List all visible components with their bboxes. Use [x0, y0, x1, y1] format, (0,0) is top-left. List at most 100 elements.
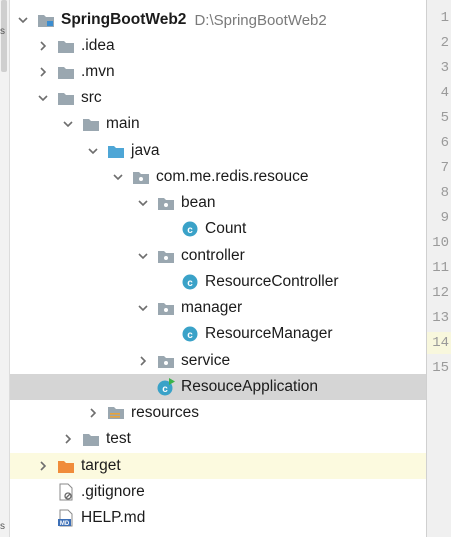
line-number: 12 — [432, 285, 449, 301]
tree-item-label: test — [106, 430, 131, 447]
tree-item-label: src — [81, 89, 102, 106]
package-icon — [156, 348, 176, 374]
folder-icon — [81, 111, 101, 137]
chevron-right-icon[interactable] — [36, 453, 50, 479]
tree-item-label: target — [81, 457, 121, 474]
tree-item-resources[interactable]: resources — [10, 400, 426, 426]
line-number: 4 — [440, 85, 449, 101]
tree-item-count[interactable]: c Count — [10, 216, 426, 242]
class-icon: c — [180, 216, 200, 242]
tree-item-gitignore[interactable]: .gitignore — [10, 479, 426, 505]
tree-item-label: HELP.md — [81, 509, 146, 526]
tree-item-label: Count — [205, 220, 247, 237]
line-number: 11 — [432, 260, 449, 276]
package-icon — [156, 243, 176, 269]
tree-item-mvn[interactable]: .mvn — [10, 59, 426, 85]
class-icon: c — [180, 269, 200, 295]
tree-item-label: .mvn — [81, 63, 115, 80]
class-icon: c — [180, 321, 200, 347]
folder-icon — [81, 426, 101, 452]
tree-item-label: main — [106, 115, 140, 132]
project-tree: SpringBootWeb2 D:\SpringBootWeb2 .idea .… — [10, 0, 426, 537]
svg-text:c: c — [187, 278, 193, 289]
tree-item-label: service — [181, 352, 231, 369]
line-number: 9 — [440, 210, 449, 226]
line-number: 7 — [440, 160, 449, 176]
left-tool-strip: s s — [0, 0, 10, 537]
chevron-right-icon[interactable] — [36, 33, 50, 59]
line-number: 15 — [432, 360, 449, 376]
chevron-down-icon[interactable] — [86, 138, 100, 164]
tree-item-resource-manager[interactable]: c ResourceManager — [10, 321, 426, 347]
tree-item-label: .gitignore — [81, 483, 145, 500]
tree-item-label: com.me.redis.resouce — [156, 168, 309, 185]
chevron-right-icon[interactable] — [61, 426, 75, 452]
tree-item-label: ResourceController — [205, 273, 339, 290]
line-number: 1 — [440, 10, 449, 26]
markdown-file-icon: MD — [56, 505, 76, 531]
chevron-down-icon[interactable] — [61, 111, 75, 137]
tree-item-label: ResourceManager — [205, 325, 333, 342]
line-number: 8 — [440, 185, 449, 201]
line-number: 13 — [432, 310, 449, 326]
chevron-down-icon[interactable] — [16, 7, 30, 33]
package-icon — [131, 164, 151, 190]
chevron-down-icon[interactable] — [36, 85, 50, 111]
chevron-down-icon[interactable] — [136, 243, 150, 269]
folder-icon — [56, 33, 76, 59]
tree-item-service[interactable]: service — [10, 348, 426, 374]
package-icon — [156, 295, 176, 321]
resources-folder-icon — [106, 400, 126, 426]
chevron-down-icon[interactable] — [136, 295, 150, 321]
chevron-right-icon[interactable] — [136, 348, 150, 374]
line-number: 10 — [432, 235, 449, 251]
line-number: 3 — [440, 60, 449, 76]
project-folder-icon — [36, 7, 56, 33]
current-line-number: 14 — [427, 332, 451, 354]
editor-line-gutter: 1 2 3 4 5 6 7 8 9 10 11 12 13 14 15 — [427, 0, 451, 537]
tree-item-resouce-application[interactable]: c ResouceApplication — [10, 374, 426, 400]
tree-item-resource-controller[interactable]: c ResourceController — [10, 269, 426, 295]
tree-item-project[interactable]: SpringBootWeb2 D:\SpringBootWeb2 — [10, 7, 426, 33]
tree-item-test[interactable]: test — [10, 426, 426, 452]
svg-text:MD: MD — [60, 521, 70, 527]
chevron-down-icon[interactable] — [136, 190, 150, 216]
tree-item-manager[interactable]: manager — [10, 295, 426, 321]
chevron-right-icon[interactable] — [36, 59, 50, 85]
folder-icon — [56, 59, 76, 85]
tree-item-label: .idea — [81, 37, 115, 54]
tree-item-bean[interactable]: bean — [10, 190, 426, 216]
excluded-folder-icon — [56, 453, 76, 479]
svg-text:c: c — [162, 384, 168, 395]
strip-glyph-bottom: s — [0, 521, 5, 532]
strip-glyph: s — [0, 26, 5, 37]
tree-item-src[interactable]: src — [10, 85, 426, 111]
project-path: D:\SpringBootWeb2 — [194, 11, 327, 29]
project-name: SpringBootWeb2 — [61, 11, 187, 28]
ignore-file-icon — [56, 479, 76, 505]
line-number: 5 — [440, 110, 449, 126]
source-folder-icon — [106, 138, 126, 164]
tree-item-label: bean — [181, 194, 216, 211]
folder-icon — [56, 85, 76, 111]
tree-item-controller[interactable]: controller — [10, 243, 426, 269]
tree-item-idea[interactable]: .idea — [10, 33, 426, 59]
tree-item-label: resources — [131, 404, 200, 421]
package-icon — [156, 190, 176, 216]
tree-item-label: ResouceApplication — [181, 378, 319, 395]
tree-item-target[interactable]: target — [10, 453, 426, 479]
tree-item-java[interactable]: java — [10, 138, 426, 164]
chevron-right-icon[interactable] — [86, 400, 100, 426]
tree-item-label: java — [131, 142, 160, 159]
tree-item-main[interactable]: main — [10, 111, 426, 137]
tree-item-help-md[interactable]: MD HELP.md — [10, 505, 426, 531]
spring-boot-class-icon: c — [156, 374, 176, 400]
chevron-down-icon[interactable] — [111, 164, 125, 190]
line-number: 2 — [440, 35, 449, 51]
tree-item-package[interactable]: com.me.redis.resouce — [10, 164, 426, 190]
svg-text:c: c — [187, 225, 193, 236]
svg-text:c: c — [187, 330, 193, 341]
tree-item-label: manager — [181, 299, 243, 316]
line-number: 6 — [440, 135, 449, 151]
tree-item-label: controller — [181, 247, 245, 264]
